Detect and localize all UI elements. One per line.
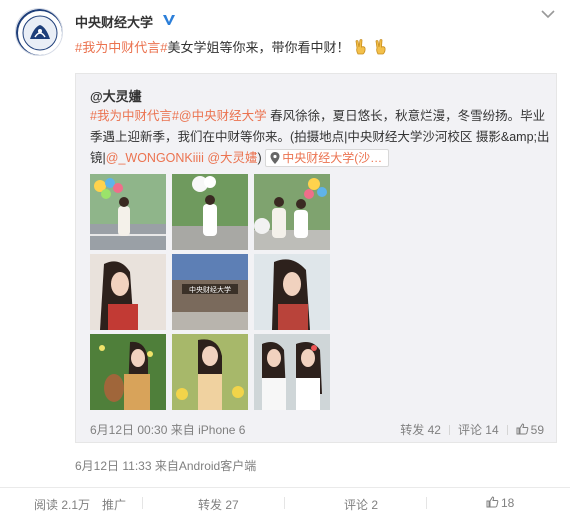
- repost-source[interactable]: iPhone 6: [198, 423, 245, 437]
- location-chip[interactable]: 中央财经大学(沙…: [265, 149, 390, 167]
- comment-button[interactable]: 评论 2: [344, 496, 378, 513]
- promote-button[interactable]: 推广: [102, 496, 126, 513]
- photo-thumbnail[interactable]: [254, 334, 330, 410]
- post-source[interactable]: Android客户端: [179, 459, 256, 473]
- photo-thumbnail[interactable]: [172, 174, 248, 250]
- mention-link[interactable]: @中央财经大学: [179, 109, 267, 123]
- post-text: #我为中财代言#美女学姐等你来，带你看中财！: [75, 37, 389, 58]
- victory-hand-emoji: [373, 39, 389, 58]
- photo-thumbnail[interactable]: [254, 254, 330, 330]
- location-pin-icon: [270, 152, 280, 164]
- chevron-down-icon[interactable]: [540, 8, 556, 20]
- like-button[interactable]: 18: [486, 496, 514, 510]
- repost-like-button[interactable]: 59: [516, 423, 544, 437]
- author-name[interactable]: 中央财经大学: [75, 12, 153, 31]
- repost-actions: 转发 42 评论 14 59: [400, 421, 544, 438]
- photo-grid: 中央财经大学: [90, 174, 330, 410]
- thumbs-up-icon: [486, 496, 499, 508]
- photo-thumbnail[interactable]: [90, 174, 166, 250]
- photo-thumbnail[interactable]: 中央财经大学: [172, 254, 248, 330]
- read-count: 阅读 2.1万: [34, 498, 91, 512]
- photo-thumbnail[interactable]: [172, 334, 248, 410]
- mention-link[interactable]: @_WONGONKiiii: [106, 151, 204, 165]
- location-label: 中央财经大学(沙…: [282, 151, 383, 165]
- from-label: 来自: [170, 423, 195, 437]
- photo-thumbnail[interactable]: [90, 254, 166, 330]
- reposted-weibo: @大灵嫿 #我为中财代言#@中央财经大学 春风徐徐，夏日悠长，秋意烂漫，冬雪纷扬…: [75, 73, 557, 443]
- thumbs-up-icon: [516, 423, 528, 435]
- repost-time[interactable]: 6月12日 00:30: [90, 423, 167, 437]
- repost-author-name[interactable]: @大灵嫿: [90, 86, 142, 105]
- mention-link[interactable]: @大灵嫿: [204, 151, 257, 165]
- repost-like-count: 59: [530, 423, 544, 437]
- repost-meta: 6月12日 00:30 来自 iPhone 6: [90, 421, 245, 438]
- repost-text: #我为中财代言#@中央财经大学 春风徐徐，夏日悠长，秋意烂漫，冬雪纷扬。毕业季遇…: [90, 106, 550, 169]
- victory-hand-emoji: [353, 39, 369, 58]
- forward-button[interactable]: 转发 27: [198, 496, 239, 513]
- repost-comment-button[interactable]: 评论 14: [458, 423, 499, 437]
- weibo-post-card: 中央财经大学 #我为中财代言#美女学姐等你来，带你看中财！ @大灵嫿 #我为中财…: [0, 0, 570, 517]
- post-topic-link[interactable]: #我为中财代言#: [75, 40, 167, 55]
- author-avatar[interactable]: [15, 8, 63, 56]
- repost-forward-button[interactable]: 转发 42: [400, 423, 441, 437]
- post-meta: 6月12日 11:33 来自Android客户端: [75, 457, 256, 474]
- repost-body-end: ): [257, 151, 262, 165]
- post-time[interactable]: 6月12日 11:33: [75, 459, 152, 473]
- photo-thumbnail[interactable]: [90, 334, 166, 410]
- svg-text:中央财经大学: 中央财经大学: [189, 285, 231, 294]
- like-count: 18: [501, 496, 515, 510]
- verified-v-icon: [163, 15, 175, 25]
- action-bar: 阅读 2.1万 推广 转发 27 评论 2 18: [0, 487, 570, 517]
- photo-thumbnail[interactable]: [254, 174, 330, 250]
- post-body: 美女学姐等你来，带你看中财！: [167, 40, 350, 55]
- from-label: 来自: [154, 459, 179, 473]
- repost-topic-link[interactable]: #我为中财代言#: [90, 109, 179, 123]
